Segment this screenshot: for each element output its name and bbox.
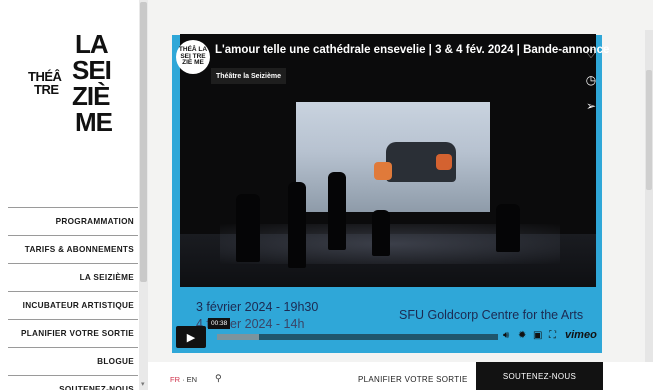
logo-sei: SEI [72,55,112,85]
progress-bar[interactable] [214,334,498,340]
vimeo-logo[interactable]: vimeo [565,329,597,341]
logo-me: ME [75,107,113,137]
video-title[interactable]: L'amour telle une cathédrale ensevelie |… [215,44,609,56]
lang-en[interactable]: EN [187,375,197,384]
performer-figure [288,182,306,268]
performer-figure [496,204,520,252]
plan-visit-link[interactable]: PLANIFIER VOTRE SORTIE [358,375,468,384]
nav-item-soutenez[interactable]: SOUTENEZ-NOUS [8,375,138,390]
progress-loaded [214,334,260,340]
logo-la: LA [75,29,109,59]
sidebar: THÉÂ TRE LA SEI ZIÈ ME PROGRAMMATION TAR… [0,0,140,390]
nav-item-la-seizieme[interactable]: LA SEIZIÈME [8,263,138,291]
page-scrollbar-thumb[interactable] [646,70,652,190]
lang-fr[interactable]: FR [170,375,180,384]
lang-separator: · [180,375,187,384]
send-icon[interactable]: ➢ [581,93,601,119]
logo-zie: ZIÈ [72,81,110,111]
venue-text: SFU Goldcorp Centre for the Arts [399,308,584,322]
nav-item-tarifs[interactable]: TARIFS & ABONNEMENTS [8,235,138,263]
progress-played [214,334,217,340]
life-vest-shape [436,154,452,170]
video-side-icons: ♡ ◷ ➢ [581,41,601,119]
timestamp-tooltip: 00:38 [208,318,231,329]
page-scrollbar[interactable] [645,30,653,380]
projected-image [296,102,490,212]
life-vest-shape [374,162,392,180]
fullscreen-icon[interactable]: ⛶ [549,330,556,341]
channel-avatar[interactable]: THÉÂ LA SEI TRE ZIÈ ME [176,40,210,74]
nav-item-planifier[interactable]: PLANIFIER VOTRE SORTIE [8,319,138,347]
search-icon[interactable]: ⚲ [215,373,222,384]
channel-badge[interactable]: Théâtre la Seizième [211,68,286,84]
nav-item-blogue[interactable]: BLOGUE [8,347,138,375]
heart-icon[interactable]: ♡ [581,41,601,67]
language-switcher: FR · EN [170,375,197,384]
clock-icon[interactable]: ◷ [581,67,601,93]
play-icon: ▶ [186,331,196,344]
performer-figure [328,172,346,250]
theatre-logo[interactable]: THÉÂ TRE LA SEI ZIÈ ME [28,30,120,148]
nav-item-programmation[interactable]: PROGRAMMATION [8,207,138,235]
support-button[interactable]: SOUTENEZ-NOUS [476,362,603,390]
logo-theatre-line2: TRE [34,82,59,97]
performer-figure [236,194,260,262]
scroll-down-arrow[interactable]: ▾ [141,380,145,388]
pip-icon[interactable]: ▣ [533,330,542,341]
date-line-1: 3 février 2024 - 19h30 [196,300,319,314]
play-button[interactable]: ▶ [176,326,206,348]
performer-figure [372,210,390,256]
main-nav: PROGRAMMATION TARIFS & ABONNEMENTS LA SE… [8,207,138,390]
scrollbar-thumb[interactable] [140,2,147,282]
nav-item-incubateur[interactable]: INCUBATEUR ARTISTIQUE [8,291,138,319]
settings-icon[interactable]: ✹ [518,330,526,341]
sidebar-scrollbar[interactable] [139,0,148,390]
volume-icon[interactable]: 🔊︎ [503,330,509,341]
